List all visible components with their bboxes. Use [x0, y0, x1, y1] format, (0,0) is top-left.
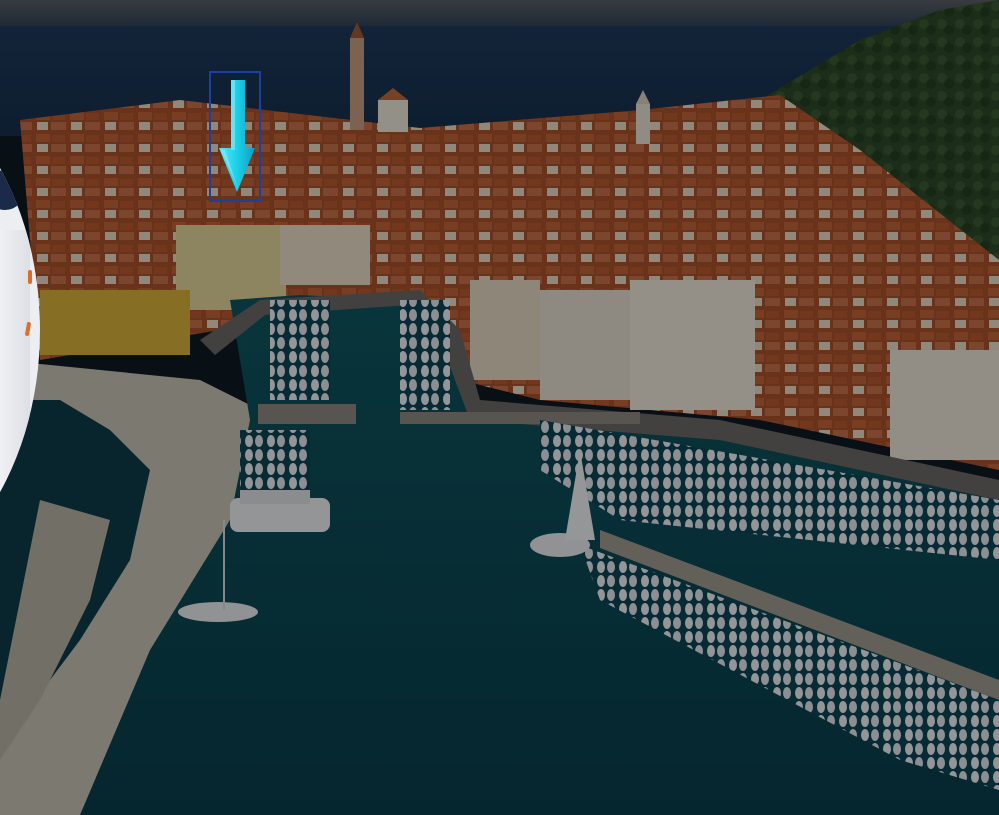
- down-arrow-icon: [219, 80, 255, 192]
- hint-highlight-box[interactable]: [209, 71, 261, 202]
- harbor-aerial-image: [0, 0, 999, 815]
- disc-stripe: [0, 230, 30, 530]
- disc-dash: [28, 270, 32, 284]
- photo-stage: [0, 0, 999, 815]
- disc-dash: [24, 321, 32, 337]
